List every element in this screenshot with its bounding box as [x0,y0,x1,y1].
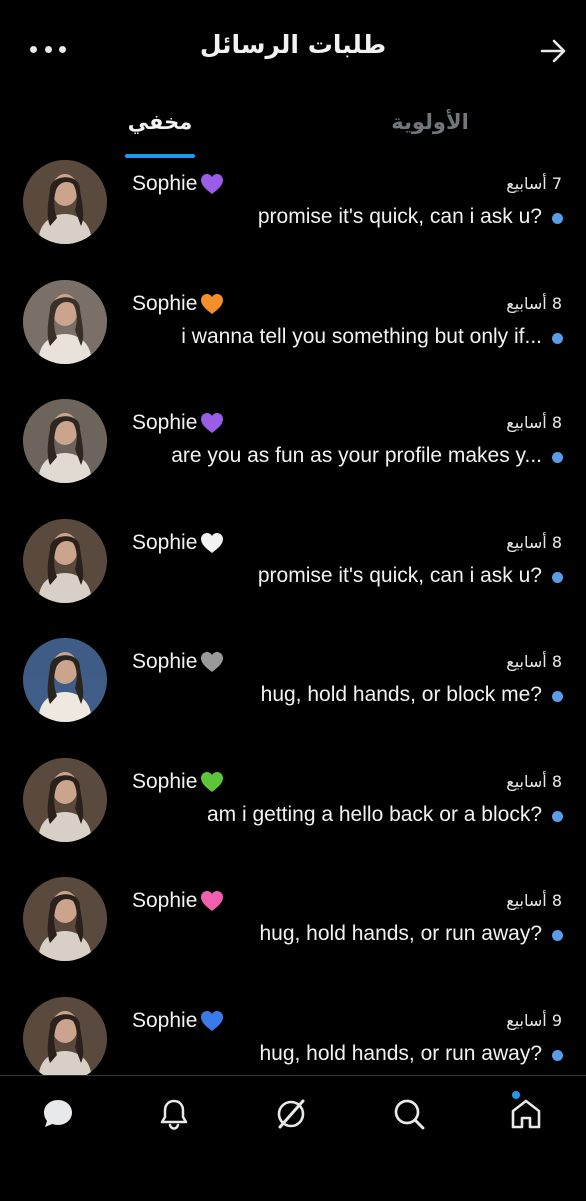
nav-notifications[interactable] [154,1094,194,1134]
sender-name-text: Sophie [132,650,198,673]
message-preview: are you as fun as your profile makes y..… [171,444,542,467]
sender-name: Sophie [132,889,224,913]
sender-name-text: Sophie [132,411,198,434]
home-notification-badge [512,1091,520,1099]
message-request-row[interactable]: Sophie 8 أسابيع am i getting a hello bac… [0,757,586,878]
page-title: طلبات الرسائل [199,30,387,59]
sender-name: Sophie [132,770,224,794]
top-bar: طلبات الرسائل [0,0,586,100]
message-request-row[interactable]: Sophie 8 أسابيع i wanna tell you somethi… [0,279,586,400]
timestamp: 8 أسابيع [506,771,562,791]
unread-indicator [552,930,563,941]
unread-indicator [552,332,563,344]
message-request-list: Sophie 7 أسابيع promise it's quick, can … [0,160,586,1116]
message-request-row[interactable]: Sophie 8 أسابيع are you as fun as your p… [0,399,586,519]
sender-name-text: Sophie [132,172,198,195]
profile-photo [23,279,107,364]
message-preview: promise it's quick, can i ask u? [257,563,542,587]
avatar[interactable] [23,757,107,842]
avatar[interactable] [23,877,107,961]
profile-photo [23,399,107,483]
unread-indicator [552,452,563,463]
avatar[interactable] [23,518,107,603]
blue-heart-icon [201,1010,224,1031]
message-request-row[interactable]: Sophie 7 أسابيع promise it's quick, can … [0,160,586,280]
home-icon [511,1099,541,1129]
avatar[interactable] [23,638,107,722]
timestamp: 8 أسابيع [506,891,562,910]
purple-heart-icon [201,413,224,433]
message-preview: hug, hold hands, or block me? [260,683,542,706]
profile-photo [23,638,107,722]
nav-grok[interactable] [271,1094,311,1134]
message-preview: hug, hold hands, or run away? [259,1041,542,1065]
nav-messages[interactable] [38,1094,78,1134]
sender-name: Sophie [132,650,224,674]
sender-name: Sophie [132,172,224,196]
sender-name: Sophie [132,411,224,435]
timestamp: 8 أسابيع [506,652,562,671]
timestamp: 8 أسابيع [506,413,562,432]
notifications-bell-icon [160,1099,188,1130]
active-tab-indicator [125,154,195,158]
profile-photo [23,757,107,842]
avatar[interactable] [23,279,107,364]
message-preview: hug, hold hands, or run away? [259,922,542,945]
unread-indicator [552,691,563,702]
sender-name-text: Sophie [132,769,198,793]
bottom-navigation [0,1075,586,1201]
sender-name: Sophie [132,531,224,555]
messages-icon [44,1100,72,1127]
profile-photo [23,160,107,244]
message-request-row[interactable]: Sophie 8 أسابيع hug, hold hands, or run … [0,877,586,997]
tab-hidden[interactable]: مخفي [110,110,210,134]
timestamp: 8 أسابيع [506,293,562,313]
unread-indicator [552,1049,563,1061]
profile-photo [23,877,107,961]
search-icon [394,1099,425,1130]
sender-name-text: Sophie [132,889,198,912]
message-preview: am i getting a hello back or a block? [206,802,542,826]
message-preview: i wanna tell you something but only if..… [181,324,542,348]
green-heart-icon [201,771,224,792]
tab-priority[interactable]: الأولوية [370,110,490,134]
sender-name-text: Sophie [132,530,198,554]
tab-bar: مخفي الأولوية [0,100,586,160]
message-request-row[interactable]: Sophie 8 أسابيع promise it's quick, can … [0,518,586,639]
sender-name-text: Sophie [132,291,198,315]
back-arrow-icon[interactable] [538,36,568,66]
avatar[interactable] [23,160,107,244]
purple-heart-icon [201,174,224,194]
nav-home[interactable] [506,1091,546,1134]
avatar[interactable] [23,996,107,1081]
grok-icon [277,1099,305,1129]
sender-name: Sophie [132,1009,224,1033]
orange-heart-icon [201,293,224,314]
profile-photo [23,518,107,603]
timestamp: 9 أسابيع [506,1010,562,1030]
unread-indicator [552,571,563,583]
sender-name-text: Sophie [132,1008,198,1032]
unread-indicator [552,213,563,224]
timestamp: 8 أسابيع [506,532,562,552]
timestamp: 7 أسابيع [506,174,562,193]
grey-heart-icon [201,652,224,672]
unread-indicator [552,810,563,822]
avatar[interactable] [23,399,107,483]
message-request-row[interactable]: Sophie 8 أسابيع hug, hold hands, or bloc… [0,638,586,758]
pink-heart-icon [201,891,224,911]
sender-name: Sophie [132,292,224,316]
nav-search[interactable] [389,1094,429,1134]
profile-photo [23,996,107,1081]
message-preview: promise it's quick, can i ask u? [257,205,542,228]
white-heart-icon [201,532,224,553]
